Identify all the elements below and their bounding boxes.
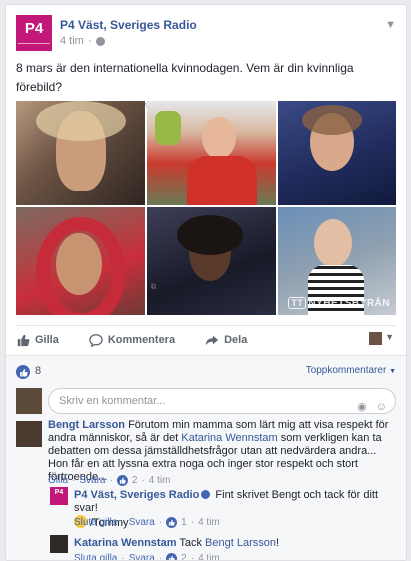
mention-link[interactable]: Katarina Wennstam bbox=[181, 432, 277, 444]
photo-5-credit: © bbox=[151, 284, 157, 291]
comment-sort-dropdown[interactable]: Toppkommentarer ▼ bbox=[306, 365, 396, 376]
reply-avatar[interactable]: P4 bbox=[50, 487, 68, 505]
reactions-bar: 8 Toppkommentarer ▼ bbox=[6, 355, 406, 385]
caret-down-icon: ▼ bbox=[389, 368, 396, 375]
reply-meta: Sluta gilla · Svara · 1 · 4 tim bbox=[74, 517, 220, 528]
tt-badge: TT bbox=[288, 297, 307, 309]
comment-input-icons: ◉ ☺ bbox=[357, 395, 387, 419]
comment-button-label: Kommentera bbox=[107, 333, 176, 346]
comment-section: Skriv en kommentar... ◉ ☺ Bengt Larsson … bbox=[6, 385, 406, 560]
comment-sort-label: Toppkommentarer bbox=[305, 365, 387, 376]
photo-4-scarf bbox=[36, 217, 126, 315]
photo-3-hair bbox=[302, 105, 362, 135]
photo-3[interactable] bbox=[278, 101, 396, 205]
photo-2-jersey bbox=[187, 156, 257, 205]
post-time[interactable]: 4 tim bbox=[60, 35, 84, 47]
page-avatar-text: P4 bbox=[24, 20, 44, 37]
post-card: P4 P4 Väst, Sveriges Radio 4 tim · ▼ 8 m… bbox=[5, 4, 407, 561]
photo-2-face bbox=[202, 117, 236, 159]
reply-time[interactable]: 4 tim bbox=[198, 553, 220, 560]
photo-2-glove bbox=[155, 111, 181, 145]
watermark-text: NYHETSBYRÅN bbox=[308, 298, 390, 309]
reply-time[interactable]: 4 tim bbox=[198, 517, 220, 528]
comment-input[interactable]: Skriv en kommentar... ◉ ☺ bbox=[48, 388, 396, 414]
comment-author[interactable]: Bengt Larsson bbox=[48, 419, 125, 431]
chevron-down-icon[interactable]: ▼ bbox=[385, 19, 396, 31]
share-button[interactable]: Dela bbox=[205, 333, 247, 347]
my-avatar bbox=[16, 388, 42, 414]
photo-watermark: TT NYHETSBYRÅN bbox=[288, 297, 390, 309]
action-bar: Gilla Kommentera Dela ▼ bbox=[16, 325, 396, 353]
share-arrow-icon bbox=[205, 335, 219, 345]
like-button-label: Gilla bbox=[35, 333, 59, 346]
reply-like-count[interactable]: 1 bbox=[181, 517, 187, 528]
reply-avatar[interactable] bbox=[50, 535, 68, 553]
thumbs-up-icon bbox=[166, 553, 178, 560]
comment-bengt: Bengt Larsson Förutom min mamma som lärt… bbox=[16, 419, 398, 486]
mention-link[interactable]: Bengt Larsson bbox=[205, 537, 276, 549]
photo-5-hair bbox=[177, 215, 243, 255]
caret-down-icon[interactable]: ▼ bbox=[385, 332, 394, 342]
post-text-line1: 8 mars är den internationella kvinnodage… bbox=[16, 61, 354, 94]
reply-text-suffix: ! bbox=[275, 537, 280, 549]
photo-collage[interactable]: © TT NYHETSBYRÅN bbox=[16, 101, 396, 316]
commenting-as-avatar[interactable] bbox=[369, 332, 382, 345]
reply-p4vast: P4 P4 Väst, Sveriges Radio Fint skrivet … bbox=[50, 485, 398, 529]
photo-1[interactable] bbox=[16, 101, 145, 205]
page-avatar[interactable]: P4 bbox=[16, 15, 52, 51]
photo-4[interactable] bbox=[16, 207, 145, 315]
post-header: P4 P4 Väst, Sveriges Radio 4 tim · ▼ bbox=[16, 15, 396, 55]
reply-avatar-text: P4 bbox=[54, 489, 64, 496]
reply-reply-link[interactable]: Svara bbox=[129, 553, 155, 560]
like-button[interactable]: Gilla bbox=[16, 333, 59, 347]
photo-1-hair bbox=[36, 101, 126, 141]
comment-avatar[interactable] bbox=[16, 421, 42, 447]
reply-reply-link[interactable]: Svara bbox=[129, 517, 155, 528]
comment-input-placeholder: Skriv en kommentar... bbox=[59, 395, 166, 407]
reply-text: Katarina Wennstam Tack Bengt Larsson! bbox=[74, 537, 396, 550]
reply-like-count[interactable]: 2 bbox=[181, 553, 187, 560]
page-name-link[interactable]: P4 Väst, Sveriges Radio bbox=[60, 18, 197, 32]
reply-author[interactable]: Katarina Wennstam bbox=[74, 537, 177, 549]
like-reaction-icon[interactable] bbox=[16, 365, 30, 379]
thumbs-up-icon bbox=[17, 334, 30, 346]
verified-badge-icon bbox=[201, 490, 211, 499]
smiley-icon[interactable]: ☺ bbox=[376, 395, 387, 419]
reply-unlike-link[interactable]: Sluta gilla bbox=[74, 517, 117, 528]
photo-6[interactable]: TT NYHETSBYRÅN bbox=[278, 207, 396, 315]
photo-2[interactable] bbox=[147, 101, 276, 205]
speech-bubble-icon bbox=[89, 333, 103, 347]
post-meta: 4 tim · bbox=[60, 35, 105, 47]
reply-meta: Sluta gilla · Svara · 2 · 4 tim bbox=[74, 553, 220, 560]
globe-icon bbox=[95, 36, 105, 46]
comment-input-row: Skriv en kommentar... ◉ ☺ bbox=[16, 388, 396, 414]
page-avatar-subline bbox=[18, 43, 50, 49]
like-count[interactable]: 8 bbox=[35, 365, 41, 377]
reply-unlike-link[interactable]: Sluta gilla bbox=[74, 553, 117, 560]
comment-button[interactable]: Kommentera bbox=[89, 333, 175, 347]
photo-6-face bbox=[314, 219, 352, 267]
share-button-label: Dela bbox=[224, 333, 248, 346]
thumbs-up-icon bbox=[19, 368, 28, 376]
camera-icon[interactable]: ◉ bbox=[357, 395, 367, 419]
reply-katarina: Katarina Wennstam Tack Bengt Larsson! Sl… bbox=[50, 533, 398, 560]
reply-author[interactable]: P4 Väst, Sveriges Radio bbox=[74, 489, 199, 501]
photo-5[interactable]: © bbox=[147, 207, 276, 315]
thumbs-up-icon bbox=[166, 517, 178, 528]
reply-text-prefix: Tack bbox=[176, 537, 206, 549]
